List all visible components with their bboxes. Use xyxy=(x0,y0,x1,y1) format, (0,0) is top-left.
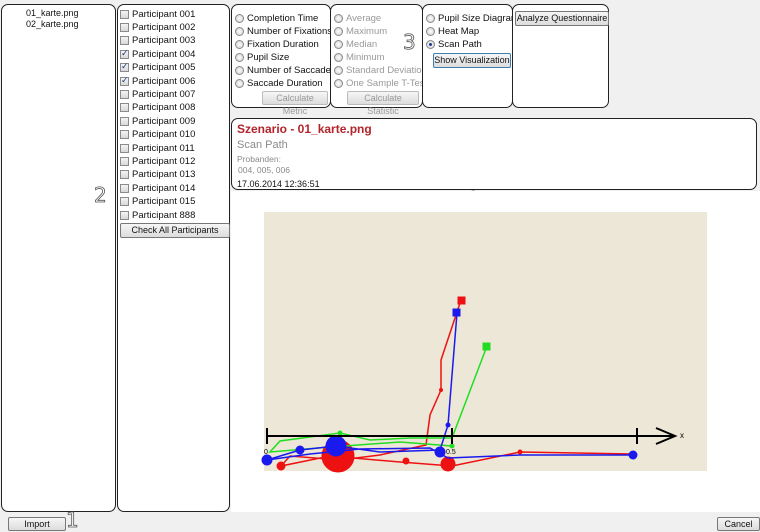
import-button[interactable]: Import xyxy=(8,517,66,531)
path-start-marker xyxy=(482,342,491,351)
marker-number-1: 1 xyxy=(66,508,80,532)
path-start-marker xyxy=(457,296,466,305)
fixation-point xyxy=(325,435,347,457)
axis-tick-label: 0 xyxy=(264,449,268,456)
cancel-button[interactable]: Cancel xyxy=(717,517,760,531)
axis-x-label: x xyxy=(680,431,684,440)
axis-tick-label: 0.5 xyxy=(446,449,456,456)
scan-path-overlay: 0 0.5 x xyxy=(261,296,684,473)
path-start-marker xyxy=(452,308,461,317)
